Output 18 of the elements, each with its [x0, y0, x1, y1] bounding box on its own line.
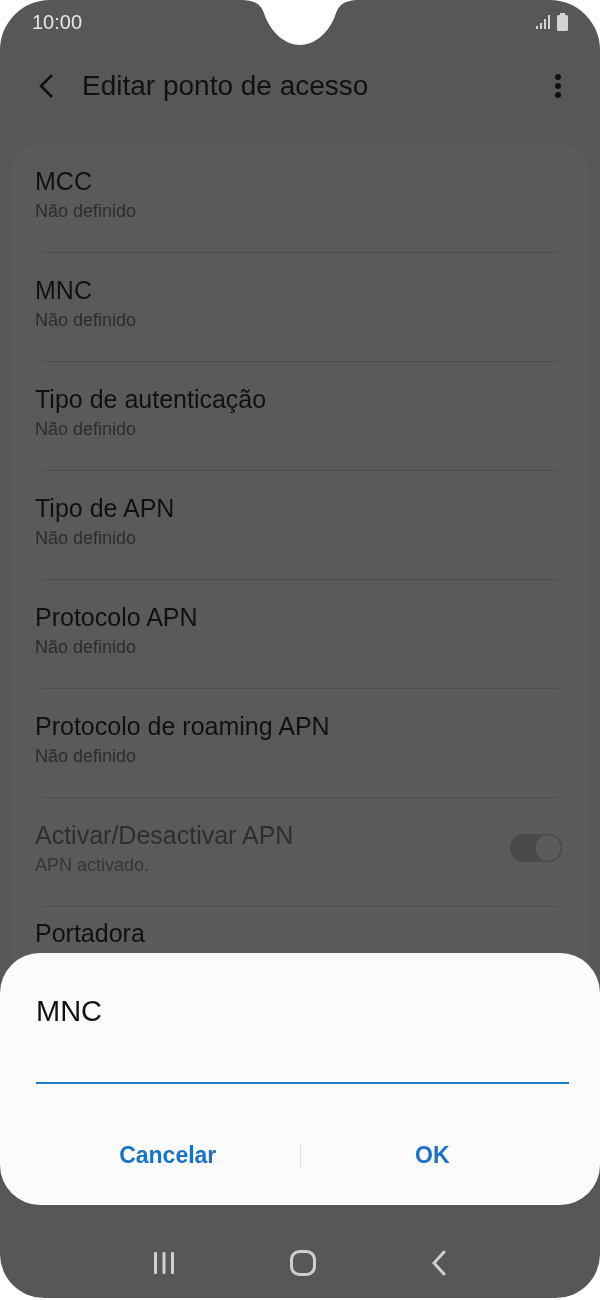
setting-title[interactable]: Protocolo de roaming APN — [35, 711, 568, 741]
setting-title[interactable]: Protocolo APN — [35, 602, 568, 632]
dialog-button[interactable]: OK — [300, 1136, 564, 1175]
dialog-button[interactable]: Cancelar — [36, 1136, 300, 1175]
recent-apps-icon[interactable] — [153, 1252, 176, 1274]
signal-icon — [536, 15, 552, 29]
setting-title[interactable]: Tipo de APN — [35, 493, 568, 523]
setting-title[interactable]: Portadora — [35, 919, 568, 948]
status-time: 10:00 — [32, 10, 83, 34]
more-options-icon[interactable] — [554, 73, 562, 99]
page-title: Editar ponto de acesso — [82, 70, 370, 102]
home-icon[interactable] — [290, 1250, 316, 1276]
setting-title[interactable]: Tipo de autenticação — [35, 384, 568, 414]
battery-icon — [557, 13, 568, 31]
dialog-title: MNC — [36, 995, 104, 1028]
back-icon[interactable] — [430, 1250, 447, 1276]
setting-title[interactable]: MCC — [35, 166, 568, 196]
setting-title[interactable]: MNC — [35, 275, 568, 305]
